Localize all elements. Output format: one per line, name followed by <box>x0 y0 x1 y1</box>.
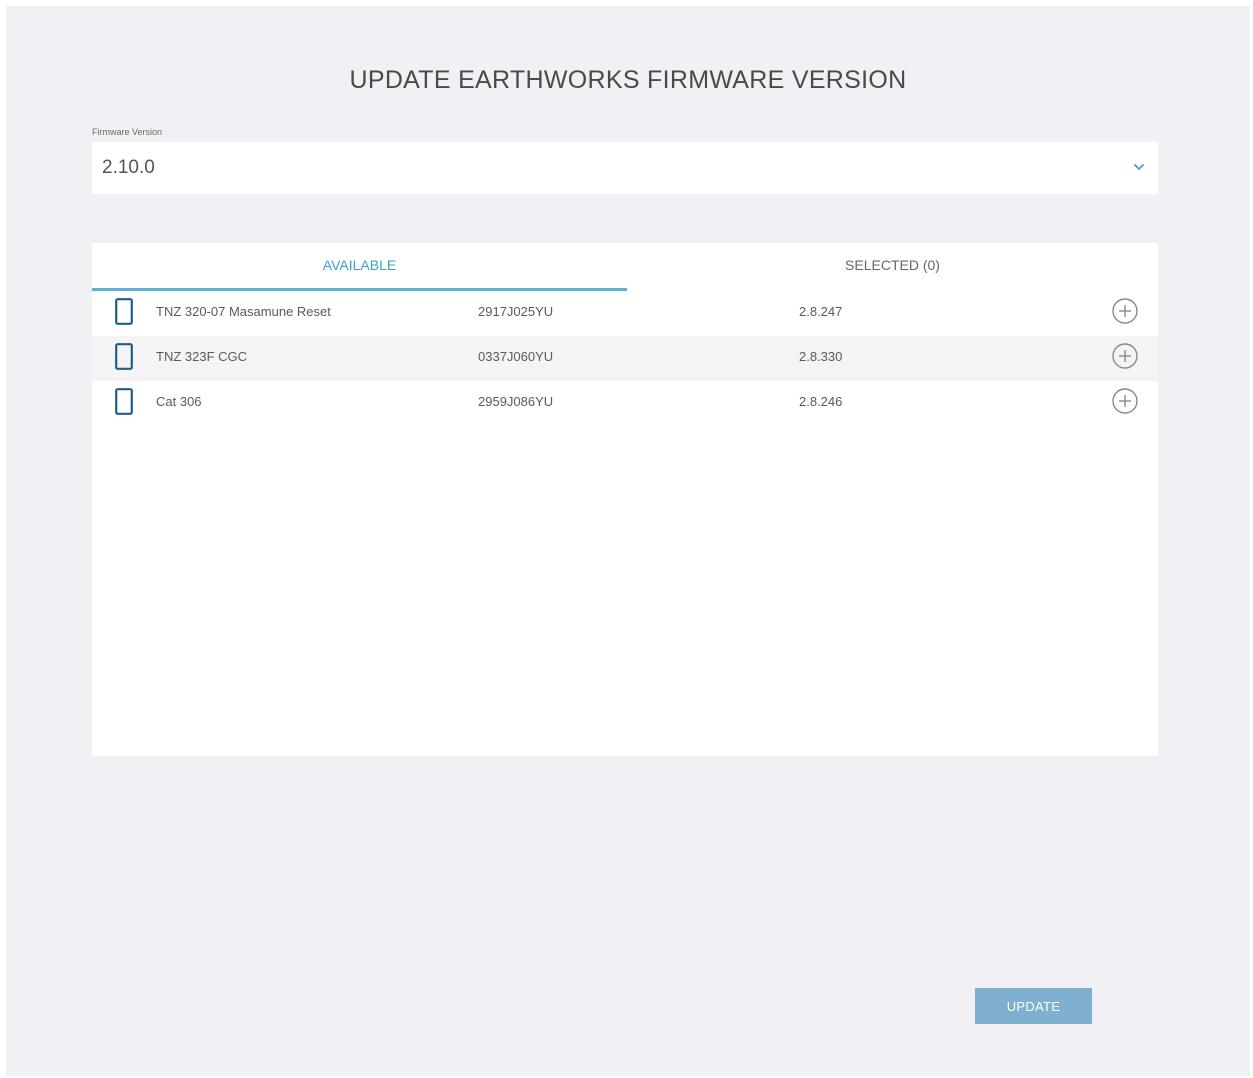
update-button[interactable]: UPDATE <box>975 988 1092 1024</box>
dialog-panel: UPDATE EARTHWORKS FIRMWARE VERSION Firmw… <box>6 6 1250 1076</box>
tab-selected[interactable]: SELECTED (0) <box>627 243 1158 288</box>
firmware-version-select[interactable]: 2.10.0 <box>92 142 1158 194</box>
device-name: TNZ 320-07 Masamune Reset <box>156 304 331 319</box>
device-row: TNZ 320-07 Masamune Reset 2917J025YU 2.8… <box>92 291 1158 336</box>
chevron-down-icon[interactable] <box>1132 160 1146 174</box>
device-list-card: AVAILABLE SELECTED (0) TNZ 320-07 Masamu… <box>92 243 1158 756</box>
firmware-version-label: Firmware Version <box>92 127 163 137</box>
tab-available[interactable]: AVAILABLE <box>92 243 627 291</box>
add-device-button[interactable] <box>1111 387 1139 415</box>
device-version: 2.8.246 <box>799 394 843 409</box>
page: UPDATE EARTHWORKS FIRMWARE VERSION Firmw… <box>0 0 1253 1078</box>
device-row: Cat 306 2959J086YU 2.8.246 <box>92 381 1158 426</box>
device-serial: 2917J025YU <box>478 304 554 319</box>
dialog-title: UPDATE EARTHWORKS FIRMWARE VERSION <box>349 66 907 94</box>
device-tablet-icon <box>115 343 133 370</box>
add-device-button[interactable] <box>1111 342 1139 370</box>
device-tabs: AVAILABLE SELECTED (0) <box>92 243 1158 291</box>
add-device-button[interactable] <box>1111 297 1139 325</box>
device-name: TNZ 323F CGC <box>156 349 248 364</box>
device-tablet-icon <box>115 298 133 325</box>
device-serial: 2959J086YU <box>478 394 554 409</box>
device-list: TNZ 320-07 Masamune Reset 2917J025YU 2.8… <box>92 291 1158 426</box>
device-serial: 0337J060YU <box>478 349 554 364</box>
firmware-version-value: 2.10.0 <box>102 157 155 178</box>
device-version: 2.8.247 <box>799 304 843 319</box>
device-tablet-icon <box>115 388 133 415</box>
device-row: TNZ 323F CGC 0337J060YU 2.8.330 <box>92 336 1158 381</box>
device-version: 2.8.330 <box>799 349 843 364</box>
device-name: Cat 306 <box>156 394 202 409</box>
